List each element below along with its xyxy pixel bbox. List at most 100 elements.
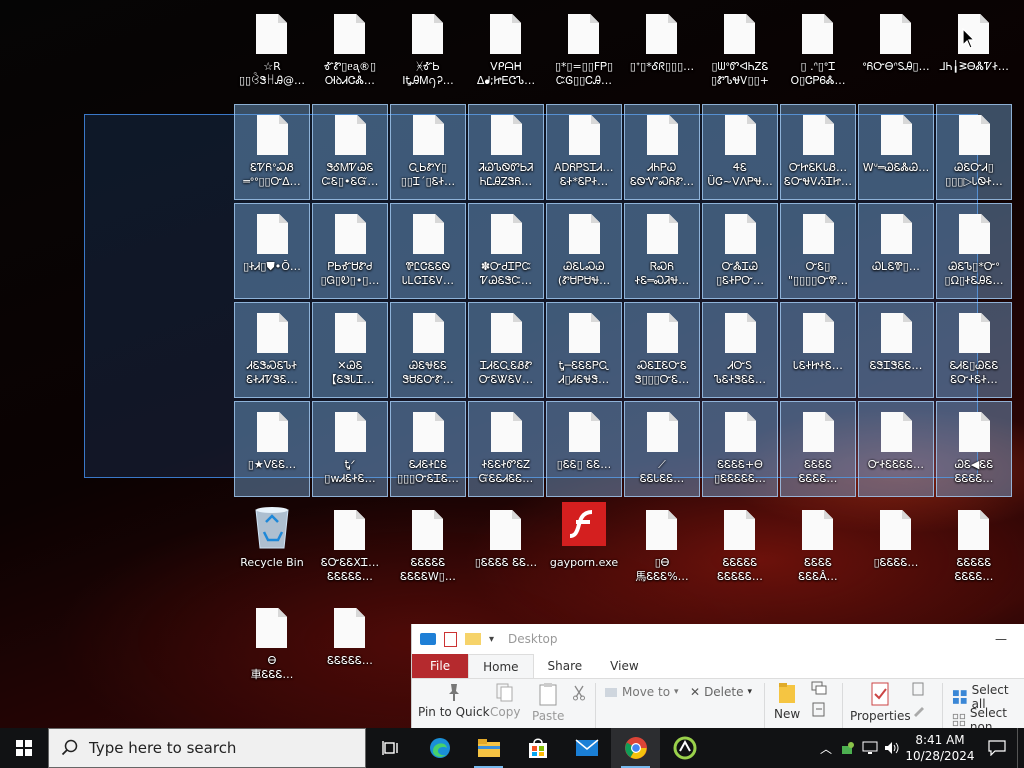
- tab-share[interactable]: Share: [534, 654, 597, 678]
- new-item-button[interactable]: [810, 679, 830, 697]
- desktop-file-icon[interactable]: Vᑭᗩᕼ ᐃᖱ;ᏥᎬᏣᏖ…: [468, 4, 544, 100]
- desktop-file-icon[interactable]: ᏊᏋ◀ᏋᏋ ᏋᏋᏋᏋ…: [936, 401, 1012, 497]
- desktop-file-icon[interactable]: ᏋᏋᏋᏋ ᏋᏋᏋÂ…: [780, 500, 856, 596]
- recycle-bin-shortcut[interactable]: Recycle Bin: [234, 500, 310, 596]
- desktop-file-icon[interactable]: ᏋᏋᏋᏋᏋ ᏋᏋᏋᏋ…: [936, 500, 1012, 596]
- desktop-file-icon[interactable]: ᏈᏝᏣᏋᏋᏫ ᏓᏞᏣᏆᏋᏙ…: [390, 203, 466, 299]
- tray-overflow-button[interactable]: ︿: [815, 728, 837, 768]
- desktop-file-icon[interactable]: ᏆᏗᏋᏩᏋᏰᏑ ᏅᏋᏔᏋᏙ…: [468, 302, 544, 398]
- desktop-file-icon[interactable]: ᏅᏋ▯ "▯▯▯▯ᏅᏈ…: [780, 203, 856, 299]
- new-folder-button[interactable]: New: [774, 681, 800, 721]
- desktop-file-icon[interactable]: ᏅᏥᏋᏦᏓᏰ… ᏋᏅᏠᏙᏱᏆᏥ…: [780, 104, 856, 200]
- desktop-file-icon[interactable]: ▯★VᏋᏋ…: [234, 401, 310, 497]
- volume-button[interactable]: [881, 728, 903, 768]
- clock[interactable]: 8:41 AM 10/28/2024: [903, 732, 977, 764]
- paste-button[interactable]: Paste: [532, 681, 564, 723]
- desktop-file-icon[interactable]: ᏊᏋᏓᏍᏊ (ᏑᏌᏢᏌᏠ…: [546, 203, 622, 299]
- desktop-file-icon[interactable]: ᏎᏋ ÜᏣ~VᐱᏢᏠ…: [702, 104, 778, 200]
- desktop-file-icon[interactable]: ✽ᏅᏧᏆᏢᏨ ᏤᏊᏋᏕᏨ…: [468, 203, 544, 299]
- desktop-file-icon[interactable]: ᏊᏋᏖ▯*Ꮕᐤ ▯Ω▯ᏐᏋᎯᏋ…: [936, 203, 1012, 299]
- desktop-file-icon[interactable]: ▯*▯=▯▯ꓝᏢ▯ ᏨᎶ▯▯ᏟᎯ…: [546, 4, 622, 100]
- desktop-file-icon[interactable]: ᏢᏏᎹᏌᏑᏧ ▯Ꮐ▯Ꭷ▯•▯…: [312, 203, 388, 299]
- desktop[interactable]: ☆R ▯▯ꃲᏕꀿᎯ@… ᎹᏑ▯ᥱᶏ®▯ ᎺꝺᏗᏣᏜ… ᚸᎹᏏ ꓲᎿᎯᎷꪆᎮ… Vᑭᗩᕼ…: [0, 0, 1024, 728]
- desktop-file-icon[interactable]: ᏐᏋᏋᏐᏛᏋᏃ ᏳᏋᏋᏗᏋᏋ…: [468, 401, 544, 497]
- start-button[interactable]: [0, 728, 48, 768]
- desktop-file-icon[interactable]: ᏋᏋᏋᏋ+Ꮎ ▯ᏋᏋᏋᏋᏋ…: [702, 401, 778, 497]
- desktop-file-icon[interactable]: ᏊᏋᏠᏋᏋ ᏕᏌᏋᏅᏑ…: [390, 302, 466, 398]
- minimize-button[interactable]: —: [995, 632, 1007, 646]
- exe-file-shortcut[interactable]: gayporn.exe: [546, 500, 622, 596]
- desktop-file-icon[interactable]: ᏅᏐᏋᏋᏋᏋ…: [858, 401, 934, 497]
- desktop-file-icon[interactable]: ᐤᏲᏅᎾᐢᏚᎯ▯…: [858, 4, 934, 100]
- new-folder-quick-icon[interactable]: [465, 633, 481, 645]
- desktop-file-icon[interactable]: ᏘᏊᏖᏫᏛᏏᏘ ᏂᏝᎯᏃᏕᏲ…: [468, 104, 544, 200]
- tab-view[interactable]: View: [596, 654, 652, 678]
- desktop-file-icon[interactable]: ▯ᏋᏋᏋᏋ ᏋᏋ…: [468, 500, 544, 596]
- desktop-file-icon[interactable]: ᏇᏞᏋᏈ▯…: [858, 203, 934, 299]
- desktop-file-icon[interactable]: ▯ᗯᐤᏛᐊᏂᏃᏋ ▯ᏑᏖᏠᏙ▯▯+: [702, 4, 778, 100]
- desktop-file-icon[interactable]: ᏕᎴᎷᏤᏊᏋ ᏨᏋ▯•ᏋᏳ…: [312, 104, 388, 200]
- desktop-file-icon[interactable]: ᏗᏂᏢᏇ ᏋᏫᏉᏍᏲᏑ…: [624, 104, 700, 200]
- desktop-file-icon[interactable]: Ꮏᐟ ▯wᏗᏋᏐᏋ…: [312, 401, 388, 497]
- edit-button[interactable]: [910, 703, 928, 719]
- desktop-file-icon[interactable]: ᏊᏋᏅᏗ▯ ▯▯▯▷ᏓᏫᏐ…: [936, 104, 1012, 200]
- action-center-button[interactable]: [977, 728, 1017, 768]
- desktop-file-icon[interactable]: Ꮎ 車ᏋᏋᏋ…: [234, 598, 310, 694]
- properties-quick-icon[interactable]: [444, 631, 457, 647]
- taskbar-mail[interactable]: [562, 728, 611, 768]
- easy-access-button[interactable]: [810, 701, 830, 719]
- desktop-file-icon[interactable]: ᏋᏋᏋᏋ ᏋᏋᏋᏋ…: [780, 401, 856, 497]
- copy-button[interactable]: Copy: [490, 681, 520, 719]
- desktop-file-icon[interactable]: Ꮏ─ᏋᏋᏋᏢᏩ Ꮧ▯ᏗᏋᏠᏕ…: [546, 302, 622, 398]
- select-none-button[interactable]: Select non: [952, 706, 1024, 728]
- desktop-file-icon[interactable]: ᏋᏗᏋ▯ᏊᏋᏋ ᏋᏅᏐᏋᏐ…: [936, 302, 1012, 398]
- desktop-file-icon[interactable]: ▯ᏋᏋ▯ ᏋᏋ…: [546, 401, 622, 497]
- properties-button[interactable]: Properties: [850, 681, 911, 723]
- desktop-file-icon[interactable]: ᏓᏋᏐᏥᏐᏋ…: [780, 302, 856, 398]
- tab-home[interactable]: Home: [468, 654, 534, 678]
- desktop-file-icon[interactable]: ᏋᏅᏋᏋXᏆ… ᏋᏋᏋᏋᏋ…: [312, 500, 388, 596]
- desktop-file-icon[interactable]: ▯Ꮎ 馬ᏋᏋᏋ%…: [624, 500, 700, 596]
- desktop-file-icon[interactable]: ᎪᎠᏲᏢᏚᏆᏗ… ᏋᏐ*ᏋᏢᏐ…: [546, 104, 622, 200]
- desktop-file-icon[interactable]: ᏗᏋᏕᏍᏋᏖᏐ ᏋᏐᏗᏤᏕᏋ…: [234, 302, 310, 398]
- explorer-titlebar[interactable]: ▾ Desktop —: [412, 624, 1024, 654]
- move-to-button[interactable]: Move to ▾: [604, 685, 679, 699]
- customize-quick-access-icon[interactable]: ▾: [489, 634, 494, 645]
- desktop-file-icon[interactable]: ᏍᏋᏆᏋᏅᏋ Ꮥ▯▯▯ᏅᏋ…: [624, 302, 700, 398]
- desktop-file-icon[interactable]: ᏋᏗᏋᏐᏝᏋ ▯▯▯ᏅᏋᏆᏋ…: [390, 401, 466, 497]
- task-view-button[interactable]: [366, 728, 415, 768]
- tray-app-icon[interactable]: [837, 728, 859, 768]
- desktop-file-icon[interactable]: ᚸᎹᏏ ꓲᎿᎯᎷꪆᎮ…: [390, 4, 466, 100]
- desktop-file-icon[interactable]: ▯ .ᐢ▯ᐤᏆ O▯ᏣᏢᏮᏜ…: [780, 4, 856, 100]
- taskbar-extra-app[interactable]: [660, 728, 709, 768]
- desktop-file-icon[interactable]: ᏋᏋᏋᏋᏋ ᏋᏋᏋᏋW▯…: [390, 500, 466, 596]
- desktop-file-icon[interactable]: ᏋᏋᏋᏋᏋ ᏋᏋᏋᏋᏋ…: [702, 500, 778, 596]
- desktop-file-icon[interactable]: ▯ᏐᏗ▯⛊•Ō…: [234, 203, 310, 299]
- desktop-file-icon[interactable]: ☆R ▯▯ꃲᏕꀿᎯ@…: [234, 4, 310, 100]
- pin-to-quick-access-button[interactable]: Pin to Quick: [418, 681, 490, 719]
- taskbar-edge[interactable]: [415, 728, 464, 768]
- desktop-file-icon[interactable]: ᏋᏕᏆᏕᏋᏋ…: [858, 302, 934, 398]
- desktop-file-icon[interactable]: ᏅᏜᏆᏊ ▯ᏋᏐᏢᏅ…: [702, 203, 778, 299]
- desktop-file-icon[interactable]: ᏋᏋᏋᏋᏋ…: [312, 598, 388, 694]
- desktop-file-icon[interactable]: ▯ᐩ▯*Ꮄᖇ▯▯▯…: [624, 4, 700, 100]
- desktop-file-icon[interactable]: ▯ᏋᏋᏋᏋ…: [858, 500, 934, 596]
- network-button[interactable]: [859, 728, 881, 768]
- taskbar-store[interactable]: [513, 728, 562, 768]
- desktop-file-icon[interactable]: ✕ᏊᏋ 【ᏋᏕᏓᏆ…: [312, 302, 388, 398]
- taskbar-search-box[interactable]: Type here to search: [48, 728, 366, 768]
- desktop-file-icon[interactable]: ᎹᏑ▯ᥱᶏ®▯ ᎺꝺᏗᏣᏜ…: [312, 4, 388, 100]
- desktop-file-icon[interactable]: ᏒᏍᏲ ᏐᏋ═ᏍᏘᏠ…: [624, 203, 700, 299]
- cut-button[interactable]: [572, 685, 586, 701]
- desktop-file-icon[interactable]: ᏩᏏᏑY▯ ▯▯Ꮖ´▯ᏋᏐ…: [390, 104, 466, 200]
- tab-file[interactable]: File: [412, 654, 469, 678]
- open-button[interactable]: [910, 681, 928, 697]
- taskbar-chrome[interactable]: [611, 728, 660, 768]
- desktop-file-icon[interactable]: ᏋᏤᏲᐤᏍᏰ ═ᐤᐤ▯▯Ꮕᐃ…: [234, 104, 310, 200]
- desktop-file-icon[interactable]: ᒧᏂ╽ᕒᎾᏜᏤᏐ…: [936, 4, 1012, 100]
- delete-button[interactable]: ✕ Delete ▾: [690, 685, 752, 699]
- taskbar-file-explorer[interactable]: [464, 728, 513, 768]
- file-explorer-window[interactable]: ▾ Desktop — File Home Share View Pin to …: [411, 624, 1024, 728]
- desktop-file-icon[interactable]: ᏗᏅᏚ ᏖᏋᏐᏕᏋᏋ…: [702, 302, 778, 398]
- show-desktop-button[interactable]: [1017, 728, 1024, 768]
